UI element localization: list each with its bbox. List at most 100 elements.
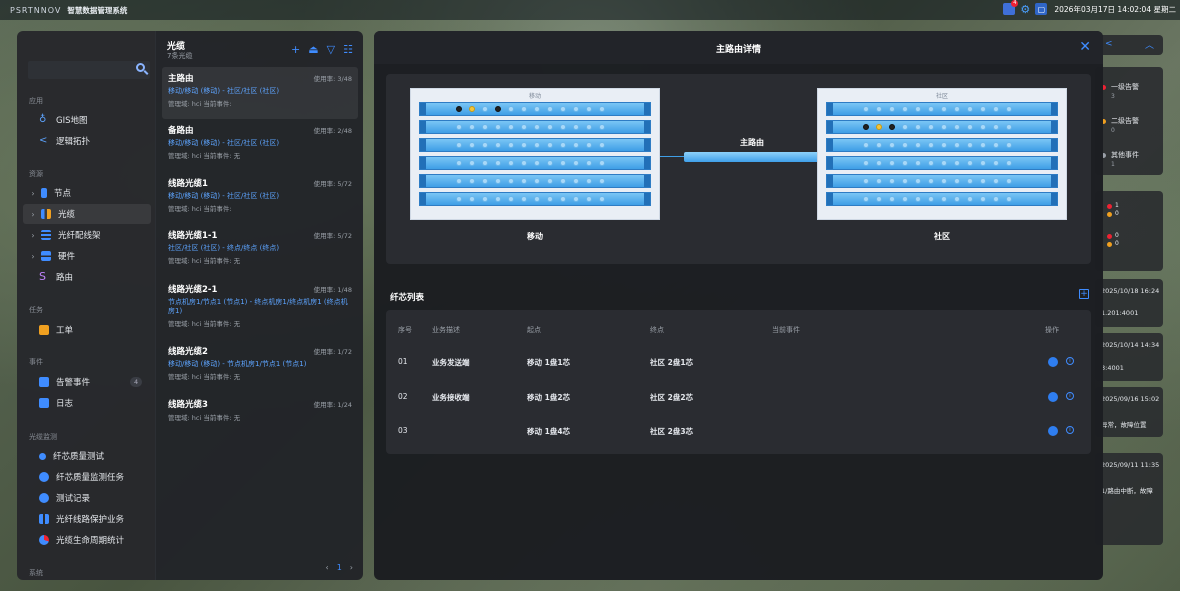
fiber-port[interactable]: [469, 142, 475, 148]
fiber-port[interactable]: [508, 106, 514, 112]
fiber-tray[interactable]: [419, 156, 651, 170]
info-icon[interactable]: i: [1066, 426, 1074, 434]
sidebar-item-topology[interactable]: < 逻辑拓扑: [17, 131, 147, 151]
fiber-port[interactable]: [980, 160, 986, 166]
settings-icon[interactable]: [1049, 358, 1057, 366]
search-icon[interactable]: [136, 63, 145, 72]
fiber-port[interactable]: [482, 160, 488, 166]
fiber-port[interactable]: [902, 124, 908, 130]
event-card[interactable]: 2025/10/18 16:24 1.201:4001: [1095, 279, 1163, 327]
fiber-tray[interactable]: [419, 138, 651, 152]
fiber-port[interactable]: [889, 124, 895, 130]
fiber-port[interactable]: [521, 106, 527, 112]
fiber-port[interactable]: [1006, 124, 1012, 130]
fiber-port[interactable]: [954, 106, 960, 112]
sidebar-item-node[interactable]: › 节点: [17, 183, 147, 203]
fiber-port[interactable]: [599, 178, 605, 184]
fiber-port[interactable]: [967, 160, 973, 166]
fiber-port[interactable]: [980, 196, 986, 202]
fiber-port[interactable]: [967, 196, 973, 202]
fiber-port[interactable]: [1006, 142, 1012, 148]
fiber-port[interactable]: [954, 178, 960, 184]
fiber-port[interactable]: [560, 196, 566, 202]
fiber-tray[interactable]: [419, 102, 651, 116]
fiber-port[interactable]: [456, 196, 462, 202]
fiber-port[interactable]: [469, 178, 475, 184]
cable-item[interactable]: 线路光缆2 使用率: 1/72 移动/移动 (移动) - 节点机房1/节点1 (…: [162, 340, 358, 392]
sidebar-item-hardware[interactable]: › 硬件: [17, 246, 147, 266]
fiber-port[interactable]: [1006, 160, 1012, 166]
fiber-port[interactable]: [928, 196, 934, 202]
fiber-port[interactable]: [876, 124, 882, 130]
fiber-port[interactable]: [482, 124, 488, 130]
sidebar-item-monitor-task[interactable]: 纤芯质量监测任务: [17, 467, 147, 487]
close-icon[interactable]: ✕: [1079, 40, 1091, 54]
fiber-port[interactable]: [954, 142, 960, 148]
fiber-port[interactable]: [534, 178, 540, 184]
fiber-tray[interactable]: [826, 102, 1058, 116]
fiber-port[interactable]: [863, 196, 869, 202]
cable-item[interactable]: 线路光缆1 使用率: 5/72 移动/移动 (移动) - 社区/社区 (社区) …: [162, 172, 358, 224]
cable-item[interactable]: 备路由 使用率: 2/48 移动/移动 (移动) - 社区/社区 (社区) 管理…: [162, 119, 358, 171]
fiber-port[interactable]: [928, 124, 934, 130]
fiber-port[interactable]: [469, 160, 475, 166]
fiber-port[interactable]: [863, 106, 869, 112]
fiber-tray[interactable]: [826, 174, 1058, 188]
fiber-port[interactable]: [928, 142, 934, 148]
fiber-port[interactable]: [941, 124, 947, 130]
fiber-port[interactable]: [547, 142, 553, 148]
fiber-port[interactable]: [889, 160, 895, 166]
cable-item[interactable]: 线路光缆1-1 使用率: 5/72 社区/社区 (社区) - 终点/终点 (终点…: [162, 224, 358, 276]
sidebar-item-cable[interactable]: › 光缆: [23, 204, 151, 224]
info-icon[interactable]: i: [1066, 357, 1074, 365]
fiber-tray[interactable]: [419, 192, 651, 206]
search-input[interactable]: [28, 61, 150, 79]
fiber-port[interactable]: [967, 106, 973, 112]
list-icon[interactable]: ☷: [343, 43, 353, 56]
cable-item[interactable]: 线路光缆3 使用率: 1/24 管理域: hci 当前事件: 无: [162, 393, 358, 445]
export-icon[interactable]: ⏏: [308, 43, 318, 56]
fiber-port[interactable]: [889, 178, 895, 184]
fiber-port[interactable]: [573, 124, 579, 130]
fiber-port[interactable]: [560, 160, 566, 166]
fiber-port[interactable]: [889, 196, 895, 202]
event-card[interactable]: 2025/09/16 15:02 异常，故障位置: [1095, 387, 1163, 437]
fiber-port[interactable]: [482, 196, 488, 202]
fiber-port[interactable]: [547, 160, 553, 166]
fiber-port[interactable]: [863, 178, 869, 184]
fiber-port[interactable]: [482, 178, 488, 184]
fiber-port[interactable]: [534, 160, 540, 166]
fiber-port[interactable]: [482, 106, 488, 112]
fiber-port[interactable]: [993, 142, 999, 148]
add-icon[interactable]: +: [291, 43, 300, 56]
info-icon[interactable]: i: [1066, 392, 1074, 400]
fiber-port[interactable]: [456, 124, 462, 130]
fiber-port[interactable]: [993, 196, 999, 202]
cable-item[interactable]: 线路光缆2-1 使用率: 1/48 节点机房1/节点1 (节点1) - 终点机房…: [162, 278, 358, 340]
fiber-port[interactable]: [928, 178, 934, 184]
fiber-tray[interactable]: [826, 156, 1058, 170]
fiber-port[interactable]: [967, 124, 973, 130]
add-fiber-icon[interactable]: +: [1079, 289, 1089, 299]
fiber-port[interactable]: [456, 160, 462, 166]
fiber-port[interactable]: [495, 160, 501, 166]
fiber-port[interactable]: [941, 196, 947, 202]
next-page-button[interactable]: ›: [350, 563, 353, 572]
fiber-port[interactable]: [863, 160, 869, 166]
fiber-port[interactable]: [560, 124, 566, 130]
settings-icon[interactable]: [1049, 427, 1057, 435]
fiber-port[interactable]: [599, 196, 605, 202]
event-card[interactable]: 2025/10/14 14:34 3:4001: [1095, 333, 1163, 381]
fiber-port[interactable]: [993, 178, 999, 184]
fiber-port[interactable]: [915, 142, 921, 148]
fiber-port[interactable]: [521, 196, 527, 202]
fiber-port[interactable]: [560, 142, 566, 148]
fiber-port[interactable]: [928, 160, 934, 166]
gear-icon[interactable]: ⚙: [1019, 3, 1031, 16]
fiber-tray[interactable]: [826, 120, 1058, 134]
fiber-port[interactable]: [573, 106, 579, 112]
sidebar-item-route[interactable]: S 路由: [17, 267, 147, 287]
fiber-port[interactable]: [928, 106, 934, 112]
cable-item[interactable]: 主路由 使用率: 3/48 移动/移动 (移动) - 社区/社区 (社区) 管理…: [162, 67, 358, 119]
fiber-port[interactable]: [941, 178, 947, 184]
